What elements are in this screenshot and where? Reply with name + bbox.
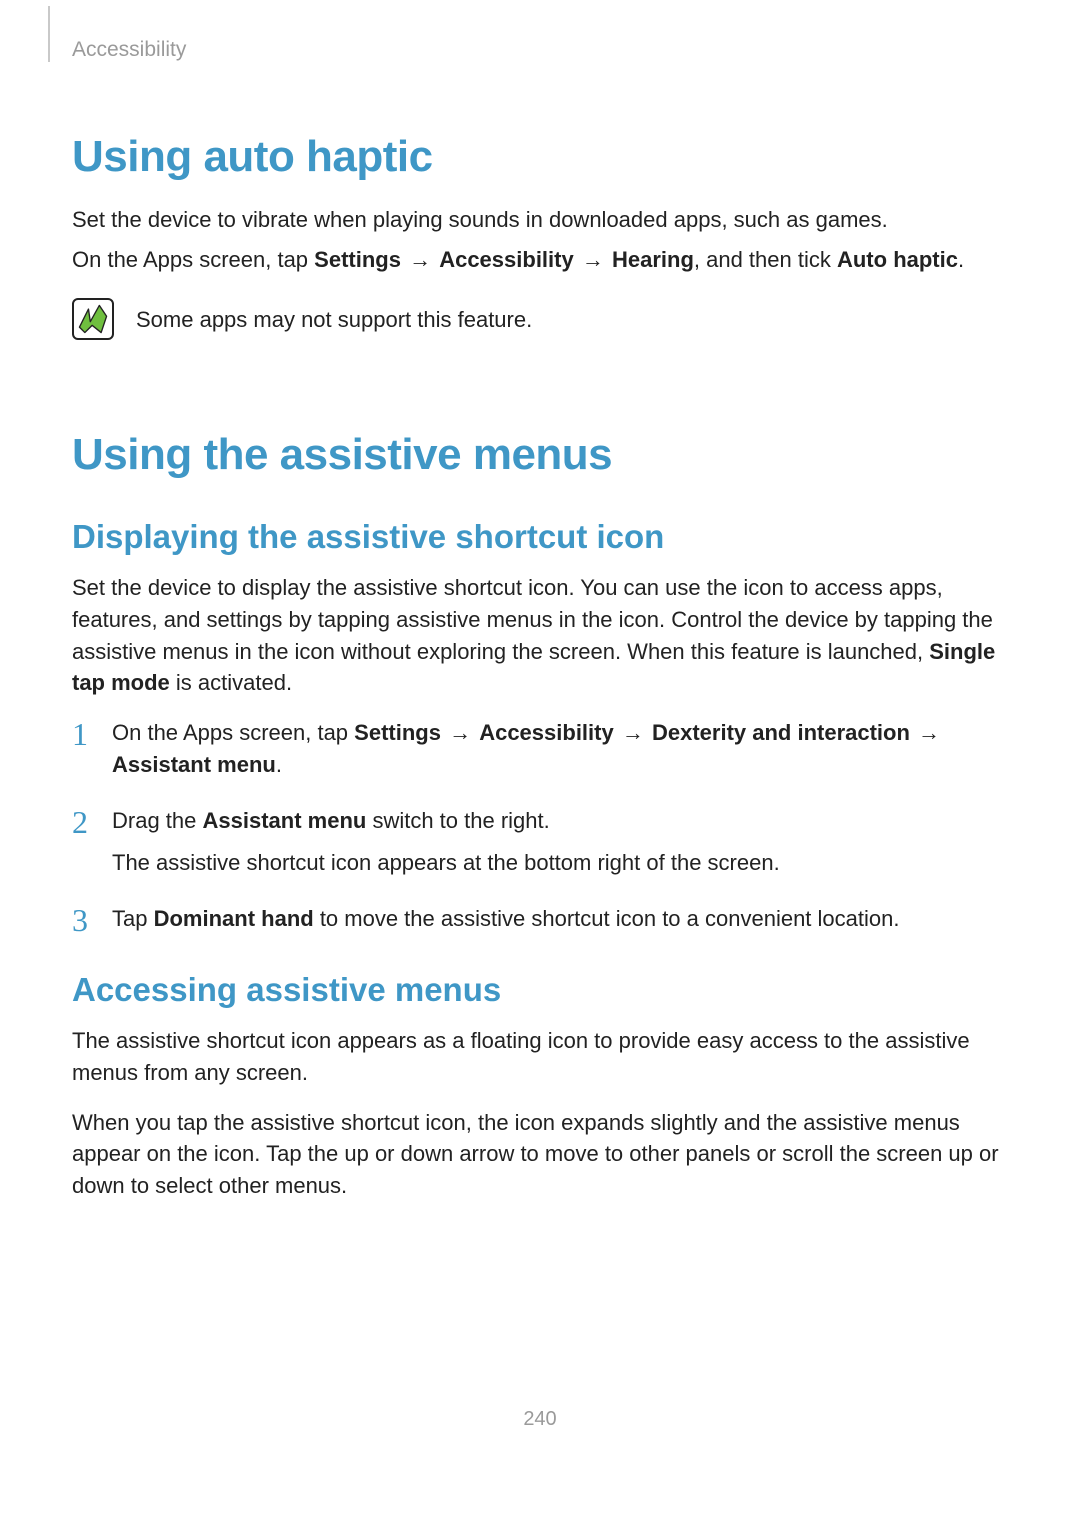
bold-dominant-hand: Dominant hand	[154, 906, 314, 931]
subhead-accessing-assistive: Accessing assistive menus	[72, 971, 1008, 1009]
subhead-displaying-shortcut: Displaying the assistive shortcut icon	[72, 518, 1008, 556]
text: is activated.	[170, 670, 292, 695]
arrow-icon: →	[620, 720, 646, 745]
text: .	[276, 752, 282, 777]
text: On the Apps screen, tap	[112, 720, 354, 745]
bold-settings: Settings	[314, 247, 401, 272]
text: switch to the right.	[366, 808, 549, 833]
body-text-path: On the Apps screen, tap Settings → Acces…	[72, 244, 1008, 276]
text: , and then tick	[694, 247, 837, 272]
body-text: The assistive shortcut icon appears as a…	[72, 1025, 1008, 1089]
bold-dexterity: Dexterity and interaction	[652, 720, 910, 745]
note-callout: Some apps may not support this feature.	[72, 298, 1008, 340]
text: On the Apps screen, tap	[72, 247, 314, 272]
bold-auto-haptic: Auto haptic	[837, 247, 958, 272]
bold-accessibility: Accessibility	[479, 720, 614, 745]
body-text: When you tap the assistive shortcut icon…	[72, 1107, 1008, 1203]
bold-accessibility: Accessibility	[439, 247, 574, 272]
step-sub-text: The assistive shortcut icon appears at t…	[112, 847, 1008, 879]
body-text: Set the device to display the assistive …	[72, 572, 1008, 700]
text: to move the assistive shortcut icon to a…	[314, 906, 900, 931]
text: Tap	[112, 906, 154, 931]
note-text: Some apps may not support this feature.	[136, 298, 532, 336]
bold-assistant-menu: Assistant menu	[203, 808, 367, 833]
text: Drag the	[112, 808, 203, 833]
step-2: Drag the Assistant menu switch to the ri…	[72, 805, 1008, 879]
bold-assistant-menu: Assistant menu	[112, 752, 276, 777]
breadcrumb: Accessibility	[72, 38, 1008, 62]
arrow-icon: →	[916, 720, 942, 745]
section-title-auto-haptic: Using auto haptic	[72, 132, 1008, 182]
page-content: Accessibility Using auto haptic Set the …	[0, 0, 1080, 1202]
note-icon	[72, 298, 114, 340]
page-number: 240	[0, 1408, 1080, 1431]
arrow-icon: →	[447, 720, 473, 745]
bold-hearing: Hearing	[612, 247, 694, 272]
header-rule	[48, 6, 50, 62]
bold-settings: Settings	[354, 720, 441, 745]
steps-list: On the Apps screen, tap Settings → Acces…	[72, 717, 1008, 934]
step-1: On the Apps screen, tap Settings → Acces…	[72, 717, 1008, 781]
step-3: Tap Dominant hand to move the assistive …	[72, 903, 1008, 935]
arrow-icon: →	[407, 247, 433, 272]
section-title-assistive-menus: Using the assistive menus	[72, 430, 1008, 480]
text: Set the device to display the assistive …	[72, 575, 993, 664]
arrow-icon: →	[580, 247, 606, 272]
text: .	[958, 247, 964, 272]
body-text: Set the device to vibrate when playing s…	[72, 204, 1008, 236]
